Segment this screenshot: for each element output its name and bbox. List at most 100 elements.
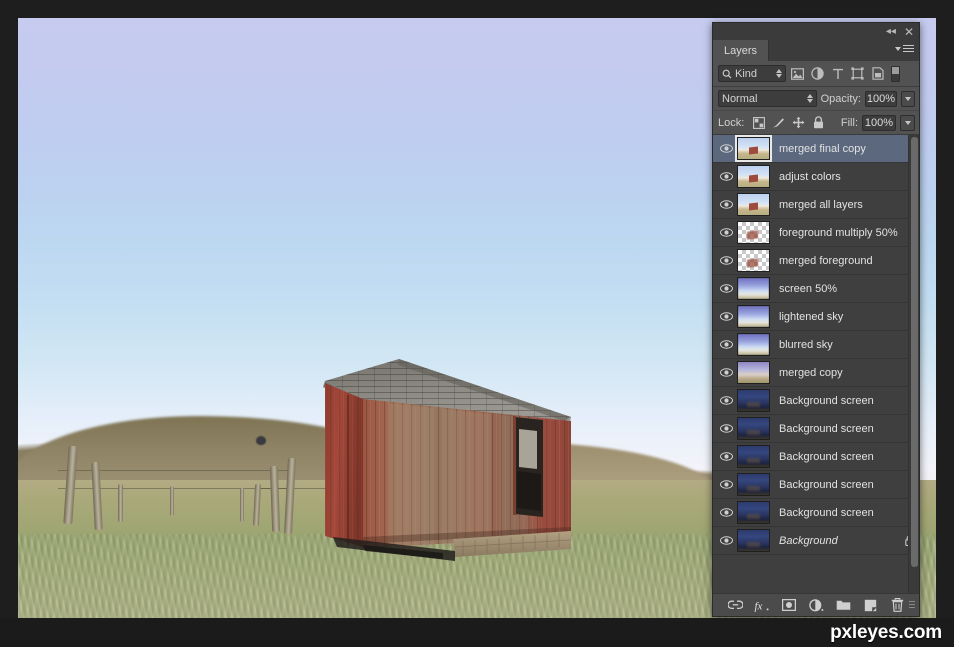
eye-icon: [719, 284, 733, 293]
layer-thumbnail[interactable]: [737, 417, 770, 440]
layer-thumbnail[interactable]: [737, 529, 770, 552]
layer-thumbnail[interactable]: [737, 221, 770, 244]
layer-row[interactable]: screen 50%: [713, 275, 919, 303]
eye-icon: [719, 228, 733, 237]
layer-visibility-toggle[interactable]: [715, 443, 737, 471]
link-layers-icon[interactable]: [727, 597, 743, 613]
layer-thumbnail[interactable]: [737, 473, 770, 496]
layer-thumbnail[interactable]: [737, 193, 770, 216]
layer-visibility-toggle[interactable]: [715, 247, 737, 275]
layer-visibility-toggle[interactable]: [715, 163, 737, 191]
layer-thumbnail[interactable]: [737, 445, 770, 468]
layer-list-scrollbar[interactable]: [908, 135, 919, 593]
layer-row[interactable]: Background screen: [713, 443, 919, 471]
layer-visibility-toggle[interactable]: [715, 191, 737, 219]
layer-visibility-toggle[interactable]: [715, 415, 737, 443]
layer-name-label: Background screen: [779, 450, 874, 463]
layer-thumbnail[interactable]: [737, 305, 770, 328]
svg-text:fx: fx: [755, 600, 763, 612]
layer-visibility-toggle[interactable]: [715, 359, 737, 387]
filter-kind-stepper[interactable]: [776, 69, 782, 78]
panel-menu-icon[interactable]: [895, 45, 914, 52]
screenshot-root: ◂◂ ✕ Layers Kind Normal Opacity: 100% Lo…: [0, 0, 954, 647]
layer-row[interactable]: Background screen: [713, 387, 919, 415]
eye-icon: [719, 536, 733, 545]
fill-dropdown-icon[interactable]: [900, 114, 915, 131]
layer-row[interactable]: Background: [713, 527, 919, 555]
new-adjustment-layer-icon[interactable]: [808, 597, 824, 613]
layer-visibility-toggle[interactable]: [715, 387, 737, 415]
tab-layers-label: Layers: [724, 44, 758, 57]
layer-visibility-toggle[interactable]: [715, 135, 737, 163]
layer-row[interactable]: merged copy: [713, 359, 919, 387]
layer-row[interactable]: Background screen: [713, 499, 919, 527]
footer-bar: pxleyes.com: [0, 618, 954, 647]
layer-row[interactable]: Background screen: [713, 415, 919, 443]
opacity-dropdown-icon[interactable]: [900, 90, 915, 107]
layer-thumbnail[interactable]: [737, 361, 770, 384]
lock-transparent-pixels-icon[interactable]: [752, 116, 765, 129]
layers-panel: ◂◂ ✕ Layers Kind Normal Opacity: 100% Lo…: [712, 22, 920, 617]
delete-layer-trash-icon[interactable]: [889, 597, 905, 613]
layer-visibility-toggle[interactable]: [715, 471, 737, 499]
layer-row[interactable]: Background screen: [713, 471, 919, 499]
lock-all-icon[interactable]: [812, 116, 825, 129]
layer-row[interactable]: adjust colors: [713, 163, 919, 191]
layer-row[interactable]: merged foreground: [713, 247, 919, 275]
layers-panel-toolbar: fx: [713, 593, 919, 616]
opacity-input[interactable]: 100%: [864, 90, 897, 107]
layer-thumbnail[interactable]: [737, 249, 770, 272]
layer-row[interactable]: merged final copy: [713, 135, 919, 163]
add-layer-mask-icon[interactable]: [781, 597, 797, 613]
panel-resize-grip[interactable]: [909, 601, 915, 608]
filter-shape-layers-icon[interactable]: [849, 65, 866, 82]
filter-enable-toggle[interactable]: [891, 65, 900, 82]
layer-row[interactable]: lightened sky: [713, 303, 919, 331]
tab-layers[interactable]: Layers: [713, 40, 770, 61]
layer-row[interactable]: foreground multiply 50%: [713, 219, 919, 247]
layer-thumbnail[interactable]: [735, 135, 772, 162]
new-layer-icon[interactable]: [862, 597, 878, 613]
panel-tab-bar: Layers: [713, 40, 919, 61]
add-layer-style-fx-icon[interactable]: fx: [754, 597, 770, 613]
layer-row[interactable]: blurred sky: [713, 331, 919, 359]
layer-visibility-toggle[interactable]: [715, 331, 737, 359]
layer-row[interactable]: merged all layers: [713, 191, 919, 219]
blend-mode-select[interactable]: Normal: [718, 90, 817, 107]
layer-list[interactable]: merged final copy adjust colors merged all…: [713, 135, 919, 593]
layer-thumbnail[interactable]: [737, 333, 770, 356]
opacity-label: Opacity:: [820, 92, 861, 105]
layer-name-label: merged all layers: [779, 198, 863, 211]
layer-thumbnail[interactable]: [737, 389, 770, 412]
fill-input[interactable]: 100%: [862, 114, 896, 131]
layer-name-label: foreground multiply 50%: [779, 226, 898, 239]
layer-name-label: merged foreground: [779, 254, 873, 267]
filter-type-layers-icon[interactable]: [829, 65, 846, 82]
eye-icon: [719, 340, 733, 349]
layer-name-label: screen 50%: [779, 282, 838, 295]
blend-mode-stepper[interactable]: [806, 94, 813, 103]
filter-smart-object-icon[interactable]: [869, 65, 886, 82]
layer-thumbnail[interactable]: [737, 165, 770, 188]
layer-visibility-toggle[interactable]: [715, 499, 737, 527]
layer-visibility-toggle[interactable]: [715, 219, 737, 247]
filter-kind-select[interactable]: Kind: [718, 65, 786, 82]
layer-name-label: blurred sky: [779, 338, 833, 351]
layer-visibility-toggle[interactable]: [715, 275, 737, 303]
filter-pixel-layers-icon[interactable]: [789, 65, 806, 82]
new-group-folder-icon[interactable]: [835, 597, 851, 613]
eye-icon: [719, 452, 733, 461]
collapse-panel-icon[interactable]: ◂◂: [886, 26, 896, 37]
filter-adjustment-layers-icon[interactable]: [809, 65, 826, 82]
layer-thumbnail[interactable]: [737, 501, 770, 524]
layer-visibility-toggle[interactable]: [715, 527, 737, 555]
eye-icon: [719, 144, 733, 153]
close-icon[interactable]: ✕: [904, 26, 914, 38]
layer-list-scrollbar-thumb[interactable]: [911, 137, 918, 567]
eye-icon: [719, 172, 733, 181]
lock-image-pixels-icon[interactable]: [772, 116, 785, 129]
layer-thumbnail[interactable]: [737, 277, 770, 300]
lock-position-icon[interactable]: [792, 116, 805, 129]
eye-icon: [719, 368, 733, 377]
layer-visibility-toggle[interactable]: [715, 303, 737, 331]
